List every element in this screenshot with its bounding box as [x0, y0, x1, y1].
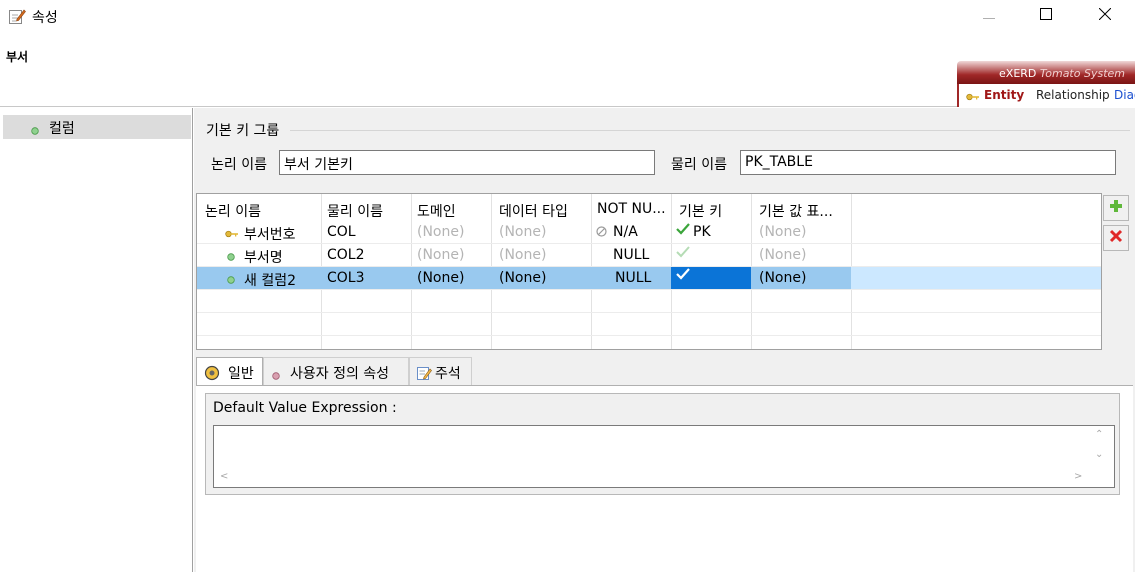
general-icon — [204, 365, 220, 385]
page-title: 부서 — [6, 50, 29, 64]
header-domain[interactable]: 도메인 — [417, 201, 456, 221]
group-divider — [290, 130, 1130, 131]
tab-custom-attributes[interactable]: 사용자 정의 속성 — [263, 357, 409, 385]
header-data-type[interactable]: 데이터 타입 — [499, 201, 568, 221]
tree-item-columns[interactable]: 컬럼 — [3, 115, 191, 139]
tab-label: 사용자 정의 속성 — [290, 366, 390, 382]
cell-domain: (None) — [417, 224, 465, 240]
green-dot-icon — [227, 249, 235, 265]
header-primary-key[interactable]: 기본 키 — [679, 201, 722, 221]
minimize-icon — [983, 8, 995, 24]
default-value-label: Default Value Expression : — [213, 400, 397, 416]
header-physical-name[interactable]: 물리 이름 — [327, 201, 383, 221]
cell-domain: (None) — [417, 270, 465, 286]
scroll-left-icon[interactable]: < — [220, 471, 228, 482]
cell-notnull: N/A — [613, 224, 638, 240]
header-logical-name[interactable]: 논리 이름 — [205, 201, 261, 221]
table-row[interactable]: 부서번호 COL (None) (None) N/A PK (None) — [197, 221, 1101, 244]
green-dot-icon — [31, 123, 39, 139]
physical-name-label: 물리 이름 — [671, 157, 727, 173]
delete-icon — [1109, 229, 1123, 247]
edit-properties-icon — [8, 7, 26, 25]
comment-edit-icon — [416, 365, 432, 385]
tab-comment[interactable]: 주석 — [409, 357, 472, 385]
cell-physical: COL3 — [327, 270, 365, 286]
add-icon — [1109, 199, 1123, 217]
physical-name-input[interactable]: PK_TABLE — [740, 150, 1116, 175]
scroll-right-icon[interactable]: > — [1074, 471, 1082, 482]
header-not-null[interactable]: NOT NU... — [597, 201, 666, 217]
tab-label: 주석 — [435, 366, 461, 382]
category-tree: 컬럼 — [0, 108, 193, 572]
cell-default: (None) — [759, 247, 807, 263]
cell-physical: COL — [327, 224, 356, 240]
maximize-icon — [1040, 8, 1052, 24]
table-row[interactable]: 부서명 COL2 (None) (None) NULL (None) — [197, 244, 1101, 267]
banner-tab-relationship[interactable]: Relationship — [1036, 88, 1110, 102]
cell-type: (None) — [499, 270, 547, 286]
cell-type: (None) — [499, 247, 547, 263]
delete-column-button[interactable] — [1103, 225, 1129, 251]
banner-tab-diagram[interactable]: Diag — [1114, 88, 1135, 102]
key-icon — [225, 226, 238, 242]
tab-general[interactable]: 일반 — [196, 357, 263, 386]
default-value-group: Default Value Expression : ⌃ ⌄ < > — [205, 393, 1120, 495]
close-icon — [1098, 7, 1112, 24]
brand-label: eXERD Tomato System — [999, 67, 1125, 80]
table-row-empty — [197, 290, 1101, 313]
exerd-banner: eXERD Tomato System Entity Relationship … — [957, 61, 1135, 107]
key-group-title: 기본 키 그룹 — [206, 123, 280, 139]
white-check-icon — [675, 267, 691, 285]
maximize-button[interactable] — [1017, 0, 1075, 32]
na-icon — [596, 225, 607, 241]
key-icon — [966, 90, 979, 104]
green-dot-icon — [227, 272, 235, 288]
pink-dot-icon — [272, 368, 280, 384]
window-title: 속성 — [32, 10, 58, 26]
logical-name-label: 논리 이름 — [211, 157, 267, 173]
table-row-empty — [197, 313, 1101, 336]
logical-name-input[interactable]: 부서 기본키 — [279, 150, 655, 175]
minimize-button[interactable] — [960, 0, 1018, 32]
header-area: 부서 eXERD Tomato System Entity Relationsh… — [0, 34, 1135, 107]
check-icon — [675, 222, 691, 240]
cell-default: (None) — [759, 270, 807, 286]
cell-notnull: NULL — [615, 270, 652, 286]
table-row-selected[interactable]: 새 컬럼2 COL3 (None) (None) NULL (None) — [197, 267, 1101, 290]
cell-logical: 부서번호 — [244, 227, 296, 243]
tree-item-label: 컬럼 — [49, 121, 75, 137]
detail-tabs: 일반 사용자 정의 속성 주석 — [194, 357, 1135, 386]
cell-pk: PK — [693, 224, 711, 240]
cell-default: (None) — [759, 224, 807, 240]
default-value-textarea[interactable] — [213, 425, 1115, 488]
scroll-down-icon[interactable]: ⌄ — [1095, 449, 1103, 460]
cell-domain: (None) — [417, 247, 465, 263]
cell-logical: 부서명 — [244, 250, 283, 266]
title-bar: 속성 — [0, 0, 1135, 34]
tab-label: 일반 — [228, 366, 254, 382]
brand-system: Tomato System — [1039, 67, 1125, 80]
cell-notnull: NULL — [613, 247, 650, 263]
banner-tab-entity[interactable]: Entity — [984, 88, 1024, 102]
close-button[interactable] — [1076, 0, 1134, 32]
header-default-value[interactable]: 기본 값 표... — [759, 201, 833, 221]
cell-logical: 새 컬럼2 — [244, 273, 296, 289]
general-tab-content: Default Value Expression : ⌃ ⌄ < > — [196, 385, 1133, 572]
column-table[interactable]: 논리 이름 물리 이름 도메인 데이터 타입 NOT NU... 기본 키 기본… — [196, 193, 1102, 350]
faded-check-icon — [675, 245, 691, 263]
scroll-up-icon[interactable]: ⌃ — [1095, 429, 1103, 440]
properties-panel: 기본 키 그룹 논리 이름 부서 기본키 물리 이름 PK_TABLE 논리 이… — [194, 108, 1135, 572]
cell-type: (None) — [499, 224, 547, 240]
add-column-button[interactable] — [1103, 195, 1129, 221]
cell-physical: COL2 — [327, 247, 365, 263]
